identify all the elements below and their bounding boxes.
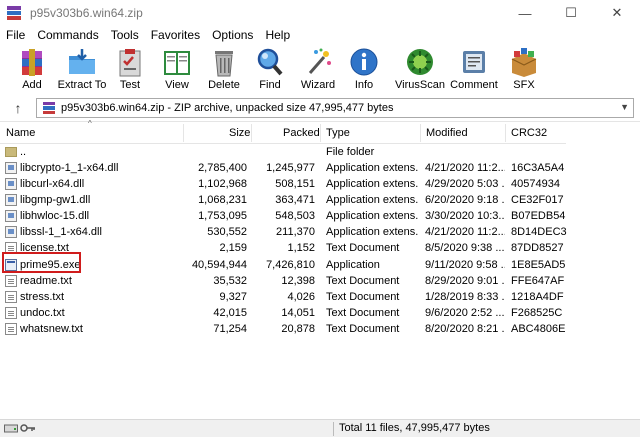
status-text: Total 11 files, 47,995,477 bytes [339, 422, 490, 434]
virus-scan-button[interactable]: VirusScan [392, 46, 448, 94]
drive-icon[interactable] [4, 423, 18, 436]
dll-file-icon [5, 162, 17, 174]
comment-icon [458, 47, 490, 77]
text-file-icon [5, 291, 17, 303]
file-row[interactable]: readme.txt 35,532 12,398 Text Document 8… [0, 273, 566, 289]
menu-file[interactable]: File [0, 28, 31, 42]
dll-file-icon [5, 226, 17, 238]
info-button[interactable]: Info [336, 46, 392, 94]
menu-favorites[interactable]: Favorites [145, 28, 206, 42]
up-one-level-button[interactable]: ↑ [6, 98, 30, 118]
file-row[interactable]: whatsnew.txt 71,254 20,878 Text Document… [0, 321, 566, 337]
trash-can-icon [208, 47, 240, 77]
magnifier-icon [254, 47, 286, 77]
maximize-button[interactable]: ☐ [548, 0, 594, 26]
menu-help[interactable]: Help [259, 28, 296, 42]
column-header-crc32[interactable]: CRC32 [511, 122, 547, 144]
view-label: View [165, 79, 189, 91]
address-field[interactable]: p95v303b6.win64.zip - ZIP archive, unpac… [36, 98, 634, 118]
delete-label: Delete [208, 79, 240, 91]
key-icon[interactable] [20, 423, 36, 436]
column-header-modified[interactable]: Modified [426, 122, 468, 144]
sfx-box-icon [508, 47, 540, 77]
dll-file-icon [5, 178, 17, 190]
file-list: Name ^ Size Packed Type Modified CRC32 .… [0, 119, 640, 418]
virus-scan-icon [404, 47, 436, 77]
sfx-label: SFX [513, 79, 535, 91]
highlight-box [2, 252, 81, 273]
comment-button[interactable]: Comment [446, 46, 502, 94]
column-header-name[interactable]: Name [6, 122, 35, 144]
text-file-icon [5, 275, 17, 287]
book-view-icon [161, 47, 193, 77]
file-row[interactable]: license.txt 2,159 1,152 Text Document 8/… [0, 240, 566, 256]
toolbar: Add Extract To Test View Delete Find Wiz… [0, 46, 640, 94]
window-title: p95v303b6.win64.zip [30, 6, 143, 20]
column-header-packed[interactable]: Packed [283, 122, 320, 144]
folder-icon [5, 147, 17, 157]
magic-wand-icon [302, 47, 334, 77]
virus-scan-label: VirusScan [395, 79, 445, 91]
find-label: Find [259, 79, 281, 91]
test-label: Test [119, 79, 141, 91]
column-header-size[interactable]: Size [229, 122, 250, 144]
file-row[interactable]: libssl-1_1-x64.dll 530,552 211,370 Appli… [0, 224, 567, 240]
sort-ascending-icon: ^ [88, 119, 92, 128]
file-row[interactable]: libgmp-gw1.dll 1,068,231 363,471 Applica… [0, 192, 566, 208]
file-row[interactable]: libhwloc-15.dll 1,753,095 548,503 Applic… [0, 208, 566, 224]
column-header-type[interactable]: Type [326, 122, 350, 144]
file-row-prime95[interactable]: prime95.exe 40,594,944 7,426,810 Applica… [0, 257, 566, 273]
status-bar: Total 11 files, 47,995,477 bytes [0, 419, 640, 437]
menu-tools[interactable]: Tools [105, 28, 145, 42]
menu-options[interactable]: Options [206, 28, 259, 42]
file-row[interactable]: stress.txt 9,327 4,026 Text Document 1/2… [0, 289, 566, 305]
add-label: Add [22, 79, 42, 91]
archive-icon [43, 102, 55, 114]
file-row[interactable]: libcurl-x64.dll 1,102,968 508,151 Applic… [0, 176, 566, 192]
column-header-row: Name ^ Size Packed Type Modified CRC32 [0, 119, 566, 144]
title-bar[interactable]: p95v303b6.win64.zip — ☐ ✕ [0, 0, 640, 26]
close-button[interactable]: ✕ [594, 0, 640, 26]
folder-extract-icon [66, 47, 98, 77]
info-label: Info [354, 79, 374, 91]
menu-commands[interactable]: Commands [31, 28, 104, 42]
file-row[interactable]: libcrypto-1_1-x64.dll 2,785,400 1,245,97… [0, 160, 566, 176]
text-file-icon [5, 307, 17, 319]
comment-label: Comment [450, 79, 498, 91]
file-row[interactable]: undoc.txt 42,015 14,051 Text Document 9/… [0, 305, 566, 321]
extract-to-label: Extract To [57, 79, 107, 91]
chevron-down-icon[interactable]: ▼ [620, 102, 629, 112]
minimize-button[interactable]: — [502, 0, 548, 26]
add-button[interactable]: Add [4, 46, 60, 94]
winrar-app-icon [7, 6, 21, 20]
address-bar: ↑ p95v303b6.win64.zip - ZIP archive, unp… [0, 97, 640, 119]
clipboard-test-icon [114, 47, 146, 77]
file-row-parent[interactable]: .. File folder [0, 144, 566, 160]
sfx-button[interactable]: SFX [496, 46, 552, 94]
dll-file-icon [5, 210, 17, 222]
dll-file-icon [5, 194, 17, 206]
text-file-icon [5, 323, 17, 335]
menu-bar: File Commands Tools Favorites Options He… [0, 26, 640, 44]
winrar-add-icon [16, 47, 48, 77]
wizard-label: Wizard [300, 79, 336, 91]
address-text: p95v303b6.win64.zip - ZIP archive, unpac… [61, 102, 394, 114]
info-icon [348, 47, 380, 77]
